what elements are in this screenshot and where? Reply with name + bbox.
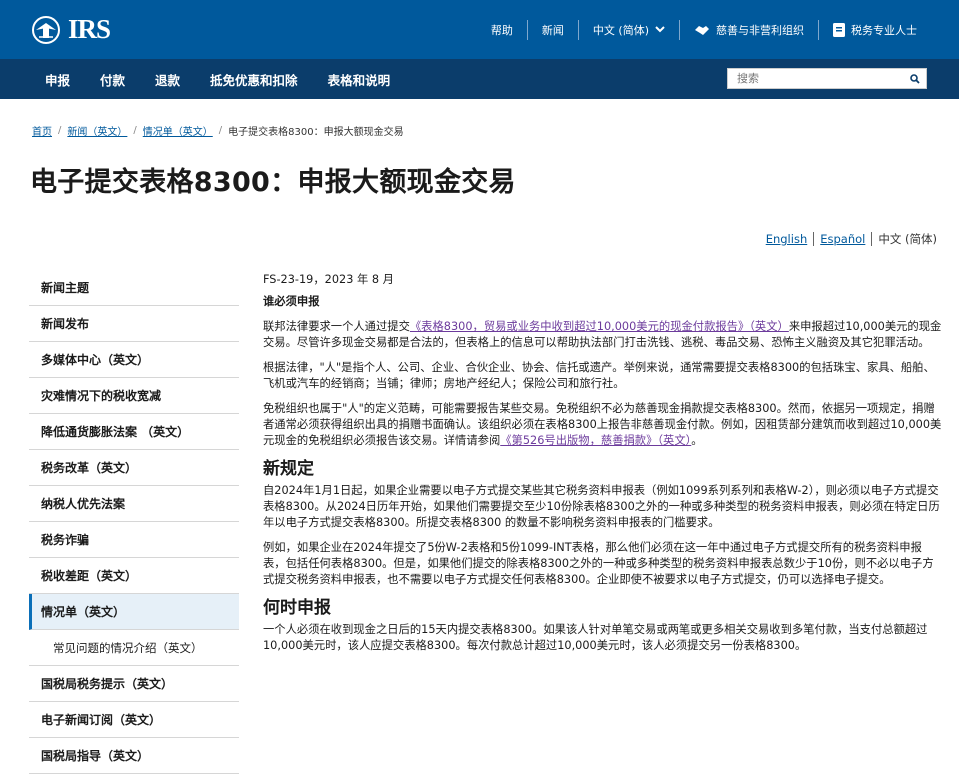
divider bbox=[871, 232, 873, 246]
sidebar-item-inflation-reduction[interactable]: 降低通货膨胀法案 （英文） bbox=[29, 414, 239, 450]
sidebar-item-tax-reform[interactable]: 税务改革（英文） bbox=[29, 450, 239, 486]
heading-when-to-file: 何时申报 bbox=[263, 598, 331, 618]
paragraph-1-text-a: 联邦法律要求一个人通过提交 bbox=[263, 320, 410, 333]
top-links: 帮助 新闻 中文 (简体) 慈善与非营利组织 税务专业人士 bbox=[477, 0, 931, 59]
sidebar-item-news-topics[interactable]: 新闻主题 bbox=[29, 270, 239, 306]
logo-text: IRS bbox=[68, 14, 111, 44]
eagle-icon bbox=[32, 15, 60, 44]
handshake-icon bbox=[695, 25, 709, 35]
sidebar-item-tax-scams[interactable]: 税务诈骗 bbox=[29, 522, 239, 558]
sidebar-item-tax-gap[interactable]: 税收差距（英文） bbox=[29, 558, 239, 594]
paragraph-5: 例如，如果企业在2024年提交了5份W-2表格和5份1099-INT表格，那么他… bbox=[263, 541, 934, 586]
top-header: IRS 帮助 新闻 中文 (简体) 慈善与非营利组织 税务专业人士 bbox=[0, 0, 959, 59]
id-card-icon bbox=[833, 22, 845, 37]
section-heading-who-must-file: 谁必须申报 bbox=[263, 295, 320, 308]
sidebar-item-multimedia[interactable]: 多媒体中心（英文） bbox=[29, 342, 239, 378]
sidebar-item-e-news[interactable]: 电子新闻订阅（英文） bbox=[29, 702, 239, 738]
nav-pay[interactable]: 付款 bbox=[85, 70, 140, 89]
page-title: 电子提交表格8300：申报大额现金交易 bbox=[30, 167, 516, 198]
tax-pros-label: 税务专业人士 bbox=[851, 23, 917, 37]
nav-credits-deductions[interactable]: 抵免优惠和扣除 bbox=[195, 70, 313, 89]
language-selector[interactable]: 中文 (简体) bbox=[579, 22, 679, 38]
breadcrumb-news[interactable]: 新闻（英文） bbox=[67, 123, 127, 138]
paragraph-4: 自2024年1月1日起，如果企业需要以电子方式提交某些其它税务资料申报表（例如1… bbox=[263, 484, 940, 529]
main-content: FS-23-19，2023 年 8 月 谁必须申报 联邦法律要求一个人通过提交《… bbox=[263, 272, 943, 663]
nav-file[interactable]: 申报 bbox=[30, 70, 85, 89]
language-switcher: English Español 中文 (简体) bbox=[766, 231, 937, 247]
paragraph-6: 一个人必须在收到现金之日后的15天内提交表格8300。如果该人针对单笔交易或两笔… bbox=[263, 623, 928, 652]
breadcrumb-home[interactable]: 首页 bbox=[32, 123, 52, 138]
form-8300-link[interactable]: 《表格8300，贸易或业务中收到超过10,000美元的现金付款报告》（英文） bbox=[410, 320, 789, 333]
lang-chinese-current: 中文 (简体) bbox=[878, 232, 937, 246]
news-link[interactable]: 新闻 bbox=[528, 22, 578, 38]
sidebar-item-disaster-relief[interactable]: 灾难情况下的税收宽减 bbox=[29, 378, 239, 414]
breadcrumb-separator: / bbox=[133, 125, 137, 136]
paragraph-3: 免税组织也属于"人"的定义范畴，可能需要报告某些交易。免税组织不必为慈善现金捐款… bbox=[263, 401, 943, 449]
breadcrumb-current: 电子提交表格8300：申报大额现金交易 bbox=[228, 127, 404, 138]
breadcrumb-separator: / bbox=[58, 125, 62, 136]
charities-link[interactable]: 慈善与非营利组织 bbox=[680, 22, 818, 38]
lang-spanish[interactable]: Español bbox=[820, 232, 865, 246]
sidebar-nav: 新闻主题 新闻发布 多媒体中心（英文） 灾难情况下的税收宽减 降低通货膨胀法案 … bbox=[29, 270, 239, 774]
paragraph-3-text-b: 。 bbox=[691, 434, 703, 447]
language-selector-label: 中文 (简体) bbox=[592, 23, 649, 37]
sidebar-item-news-releases[interactable]: 新闻发布 bbox=[29, 306, 239, 342]
divider bbox=[813, 232, 815, 246]
breadcrumb-factsheets[interactable]: 情况单（英文） bbox=[143, 123, 213, 138]
search-box bbox=[727, 68, 927, 89]
help-link[interactable]: 帮助 bbox=[477, 22, 527, 38]
nav-refunds[interactable]: 退款 bbox=[140, 70, 195, 89]
release-meta: FS-23-19，2023 年 8 月 bbox=[263, 273, 394, 286]
nav-forms-instructions[interactable]: 表格和说明 bbox=[313, 70, 406, 89]
charities-label: 慈善与非营利组织 bbox=[716, 23, 804, 37]
publication-526-link[interactable]: 《第526号出版物，慈善捐款》（英文） bbox=[500, 434, 691, 447]
chevron-down-icon bbox=[655, 26, 665, 33]
search-button[interactable] bbox=[904, 69, 926, 88]
sidebar-item-faq-fact-sheets[interactable]: 常见问题的情况介绍（英文） bbox=[29, 630, 239, 666]
main-nav: 申报 付款 退款 抵免优惠和扣除 表格和说明 bbox=[0, 59, 959, 99]
lang-english[interactable]: English bbox=[766, 232, 808, 246]
tax-pros-link[interactable]: 税务专业人士 bbox=[819, 22, 931, 38]
sidebar-item-fact-sheets[interactable]: 情况单（英文） bbox=[29, 594, 239, 630]
sidebar-item-tax-tips[interactable]: 国税局税务提示（英文） bbox=[29, 666, 239, 702]
sidebar-item-guidance[interactable]: 国税局指导（英文） bbox=[29, 738, 239, 774]
sidebar-item-taxpayer-first[interactable]: 纳税人优先法案 bbox=[29, 486, 239, 522]
paragraph-2: 根据法律，"人"是指个人、公司、企业、合伙企业、协会、信托或遗产。举例来说，通常… bbox=[263, 361, 935, 390]
paragraph-1: 联邦法律要求一个人通过提交《表格8300，贸易或业务中收到超过10,000美元的… bbox=[263, 319, 943, 351]
breadcrumb-separator: / bbox=[218, 125, 223, 136]
heading-new-rules: 新规定 bbox=[263, 459, 314, 479]
search-icon bbox=[910, 73, 920, 84]
breadcrumb: 首页 / 新闻（英文） / 情况单（英文） / 电子提交表格8300：申报大额现… bbox=[32, 123, 404, 138]
search-input[interactable] bbox=[728, 69, 904, 88]
irs-logo[interactable]: IRS bbox=[30, 14, 111, 45]
